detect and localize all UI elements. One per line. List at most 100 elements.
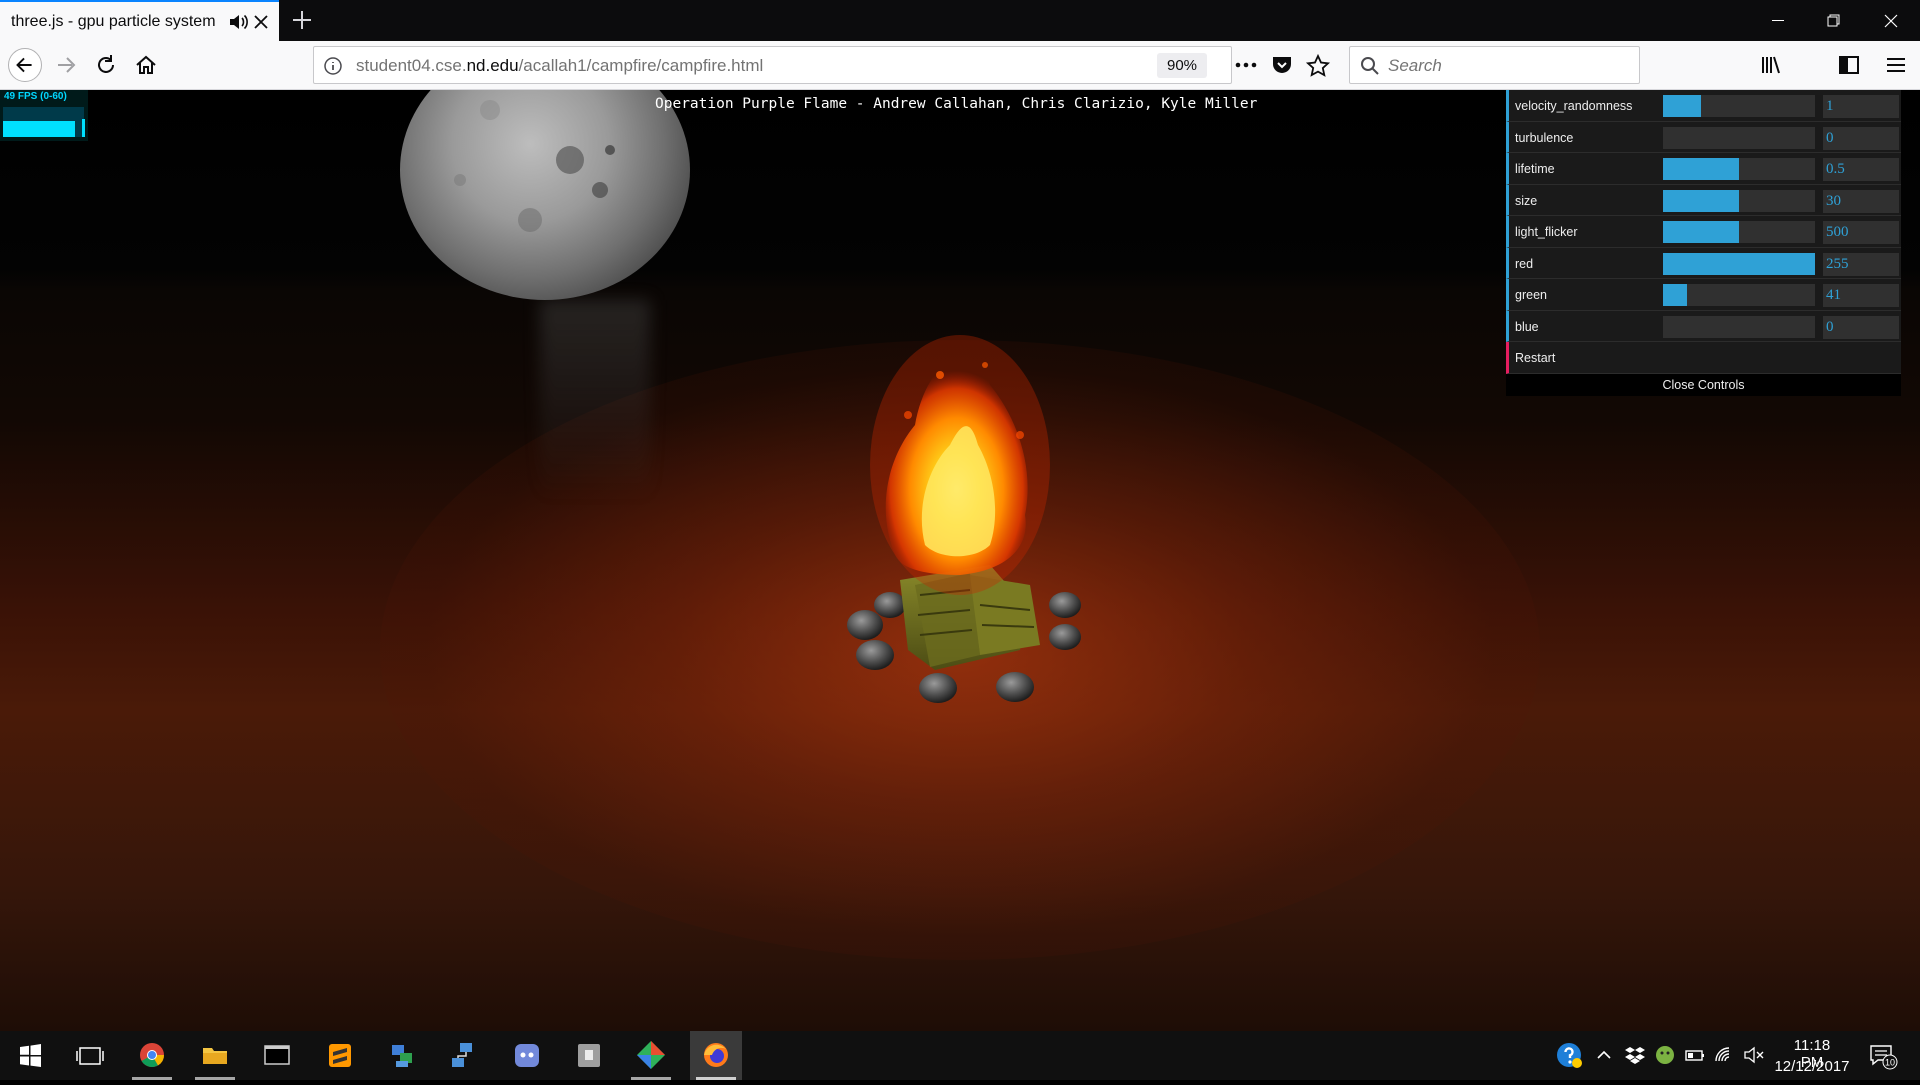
chrome-logo	[140, 1043, 164, 1068]
file-explorer-icon[interactable]	[191, 1031, 239, 1080]
ellipsis-icon[interactable]	[1232, 53, 1260, 77]
folder-logo	[203, 1048, 227, 1064]
control-slider-fill	[1663, 221, 1739, 243]
control-slider[interactable]	[1663, 95, 1815, 117]
control-value-input[interactable]: 500	[1823, 221, 1899, 244]
control-label: size	[1515, 193, 1538, 208]
tab-title: three.js - gpu particle system	[11, 13, 216, 30]
control-slider-fill	[1663, 158, 1739, 180]
notifications-icon[interactable]: 10	[1868, 1042, 1898, 1070]
dropbox-icon[interactable]	[1623, 1043, 1647, 1067]
clock-date[interactable]: 12/12/2017	[1772, 1058, 1852, 1075]
sublime-text-icon[interactable]	[316, 1031, 364, 1080]
star-icon[interactable]	[1305, 53, 1331, 79]
control-slider-fill	[1663, 189, 1739, 212]
webgl-canvas[interactable]: Operation Purple Flame - Andrew Callahan…	[0, 90, 1920, 1031]
discord-icon[interactable]	[503, 1031, 551, 1080]
url-text[interactable]: student04.cse.nd.edu/acallah1/campfire/c…	[356, 56, 763, 76]
control-slider-fill	[1663, 284, 1688, 306]
control-value-input[interactable]: 0.5	[1823, 158, 1899, 181]
window-close-icon[interactable]	[1868, 0, 1914, 41]
network-app-icon[interactable]	[378, 1031, 426, 1080]
restart-label: Restart	[1515, 351, 1556, 365]
control-slider-fill	[1663, 252, 1815, 275]
status-app-icon[interactable]	[1653, 1043, 1677, 1067]
library-icon[interactable]	[1759, 53, 1783, 77]
back-arrow-icon[interactable]	[8, 48, 42, 82]
fps-graph	[3, 107, 85, 137]
pocket-icon[interactable]	[1270, 53, 1294, 77]
wifi-icon[interactable]	[1713, 1043, 1737, 1067]
control-row-blue: blue 0	[1506, 310, 1901, 342]
control-label: red	[1515, 256, 1534, 271]
control-value-input[interactable]: 255	[1823, 252, 1899, 276]
sidebar-icon[interactable]	[1837, 53, 1861, 77]
control-value-input[interactable]: 1	[1823, 95, 1899, 118]
speaker-icon[interactable]	[228, 12, 250, 32]
control-slider[interactable]	[1663, 221, 1815, 243]
muted-volume-icon[interactable]	[1742, 1043, 1766, 1067]
forward-arrow-icon[interactable]	[49, 48, 83, 82]
zoom-indicator[interactable]: 90%	[1157, 53, 1207, 78]
control-row-red: red 255	[1506, 247, 1901, 279]
chrome-icon[interactable]	[128, 1031, 176, 1080]
help-icon[interactable]	[1555, 1041, 1583, 1069]
control-row-size: size 30	[1506, 184, 1901, 216]
plus-icon[interactable]	[290, 8, 314, 32]
fps-graph-bar	[3, 121, 75, 137]
firefox-icon[interactable]	[690, 1031, 742, 1080]
control-label: light_flicker	[1515, 225, 1578, 239]
battery-icon[interactable]	[1683, 1043, 1707, 1067]
campfire-illustration	[847, 335, 1081, 703]
home-icon[interactable]	[129, 48, 163, 82]
search-icon	[1361, 57, 1379, 75]
fps-stats-panel[interactable]: 49 FPS (0-60)	[0, 90, 88, 141]
task-view-icon[interactable]	[66, 1031, 114, 1080]
fps-graph-current	[82, 119, 85, 137]
terminal-icon[interactable]	[253, 1031, 301, 1080]
windows-taskbar: 11:18 PM 12/12/2017 10	[0, 1031, 1920, 1080]
chevron-up-icon[interactable]	[1592, 1043, 1616, 1067]
address-bar[interactable]: student04.cse.nd.edu/acallah1/campfire/c…	[313, 46, 1232, 84]
control-slider[interactable]	[1663, 284, 1815, 306]
control-slider[interactable]	[1663, 126, 1815, 149]
remote-desktop-icon[interactable]	[440, 1031, 488, 1080]
control-slider[interactable]	[1663, 315, 1815, 338]
control-label: green	[1515, 288, 1547, 302]
windows-start-icon[interactable]	[6, 1031, 54, 1080]
control-value-input[interactable]: 0	[1823, 315, 1899, 339]
git-icon[interactable]	[627, 1031, 675, 1080]
control-slider[interactable]	[1663, 158, 1815, 180]
control-row-light-flicker: light_flicker 500	[1506, 216, 1901, 248]
control-row-turbulence: turbulence 0	[1506, 121, 1901, 153]
app-icon[interactable]	[565, 1031, 613, 1080]
campfire	[820, 305, 1100, 725]
navigation-toolbar: student04.cse.nd.edu/acallah1/campfire/c…	[0, 41, 1920, 90]
control-row-green: green 41	[1506, 279, 1901, 311]
restore-icon[interactable]	[1810, 0, 1856, 41]
restart-button[interactable]: Restart	[1506, 342, 1901, 374]
tab-bar: three.js - gpu particle system	[0, 0, 1920, 41]
close-icon[interactable]	[252, 13, 270, 31]
firefox-logo	[704, 1043, 728, 1067]
control-label: turbulence	[1515, 130, 1574, 145]
minimize-icon[interactable]	[1755, 0, 1801, 41]
reload-icon[interactable]	[89, 48, 123, 82]
git-logo	[637, 1041, 665, 1069]
close-controls-button[interactable]: Close Controls	[1506, 373, 1901, 396]
search-bar[interactable]	[1349, 46, 1640, 84]
search-input[interactable]	[1388, 53, 1628, 79]
control-slider[interactable]	[1663, 252, 1815, 275]
control-value-input[interactable]: 41	[1823, 284, 1899, 307]
controls-panel: velocity_randomness 1 turbulence 0 lifetime 0…	[1506, 90, 1901, 396]
control-slider[interactable]	[1663, 189, 1815, 212]
fps-label: 49 FPS (0-60)	[4, 91, 67, 102]
browser-tab[interactable]: three.js - gpu particle system	[0, 0, 279, 41]
hamburger-icon[interactable]	[1884, 53, 1908, 77]
control-value-input[interactable]: 30	[1823, 189, 1899, 213]
info-icon[interactable]	[323, 56, 343, 76]
moon	[400, 90, 690, 300]
control-label: velocity_randomness	[1515, 99, 1633, 113]
control-value-input[interactable]: 0	[1823, 126, 1899, 150]
moon-craters	[454, 100, 615, 232]
